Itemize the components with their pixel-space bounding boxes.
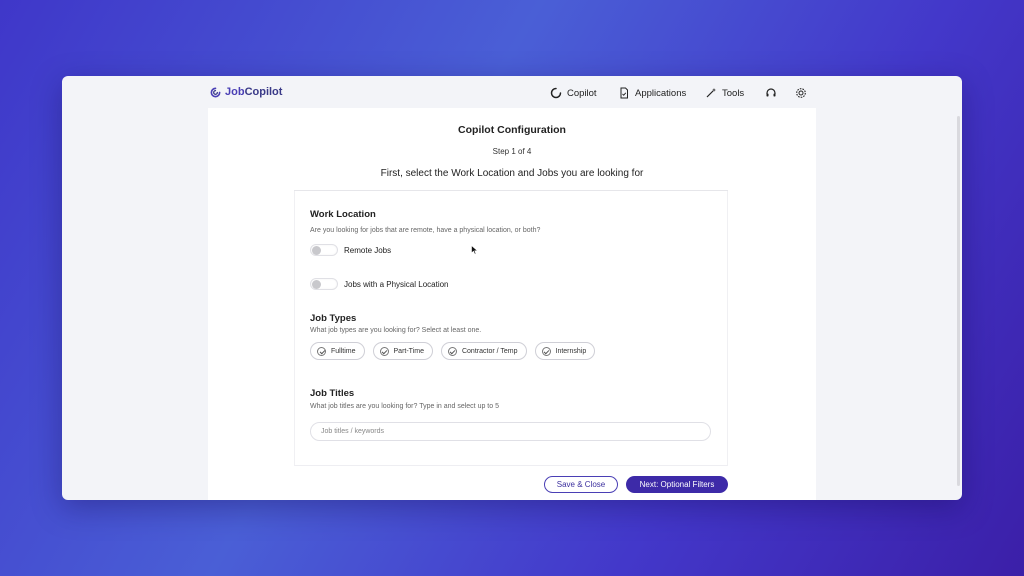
- document-icon: [620, 87, 628, 99]
- job-types-description: What job types are you looking for? Sele…: [310, 327, 482, 334]
- job-type-chips: Fulltime Part-Time Contractor / Temp Int…: [310, 342, 596, 360]
- job-titles-description: What job titles are you looking for? Typ…: [310, 403, 499, 410]
- nav-applications[interactable]: Applications: [618, 87, 686, 99]
- check-circle-icon: [379, 346, 389, 356]
- job-titles-placeholder: Job titles / keywords: [321, 428, 385, 435]
- nav-applications-label: Applications: [635, 87, 687, 99]
- chip-fulltime[interactable]: Fulltime: [310, 342, 365, 360]
- check-circle-icon: [447, 346, 457, 356]
- chip-label: Part-Time: [393, 347, 424, 355]
- job-types-title: Job Types: [310, 313, 357, 324]
- support-button[interactable]: [765, 87, 777, 99]
- copilot-icon: [550, 87, 562, 99]
- app-window: JobCopilot Copilot Applications Tools Co…: [62, 76, 962, 500]
- job-titles-title: Job Titles: [310, 388, 355, 399]
- settings-button[interactable]: [795, 87, 807, 99]
- physical-location-label: Jobs with a Physical Location: [344, 279, 449, 289]
- check-circle-icon: [317, 346, 326, 356]
- mouse-cursor-icon: [471, 245, 479, 255]
- chip-part-time[interactable]: Part-Time: [372, 342, 433, 360]
- headset-icon: [766, 88, 776, 97]
- work-location-description: Are you looking for jobs that are remote…: [310, 227, 541, 234]
- magic-wand-icon: [706, 88, 716, 98]
- copilot-logo-icon: [210, 87, 221, 97]
- remote-jobs-label: Remote Jobs: [344, 245, 392, 255]
- step-indicator: Step 1 of 4: [492, 147, 532, 156]
- job-titles-input[interactable]: Job titles / keywords: [310, 422, 711, 441]
- chip-internship[interactable]: Internship: [534, 342, 596, 360]
- physical-location-option[interactable]: Jobs with a Physical Location: [310, 278, 449, 290]
- nav-tools[interactable]: Tools: [705, 87, 744, 99]
- top-nav: JobCopilot Copilot Applications Tools: [62, 76, 962, 110]
- page-title: Copilot Configuration: [458, 124, 566, 136]
- chip-contractor-temp[interactable]: Contractor / Temp: [440, 342, 527, 360]
- gear-icon: [796, 88, 806, 98]
- brand-suffix: Copilot: [244, 86, 283, 98]
- check-circle-icon: [541, 346, 551, 356]
- nav-copilot-label: Copilot: [567, 87, 597, 99]
- chip-label: Fulltime: [331, 347, 356, 355]
- brand-prefix: Job: [225, 86, 245, 98]
- remote-jobs-option[interactable]: Remote Jobs: [310, 244, 391, 256]
- nav-tools-label: Tools: [722, 87, 745, 99]
- work-location-title: Work Location: [310, 209, 376, 220]
- save-close-button[interactable]: Save & Close: [544, 476, 618, 493]
- remote-jobs-toggle[interactable]: [310, 244, 338, 256]
- nav-copilot[interactable]: Copilot: [550, 87, 597, 99]
- chip-label: Contractor / Temp: [461, 347, 518, 355]
- next-button[interactable]: Next: Optional Filters: [626, 476, 728, 493]
- page-subtitle: First, select the Work Location and Jobs…: [380, 168, 644, 179]
- chip-label: Internship: [555, 347, 587, 355]
- physical-location-toggle[interactable]: [310, 278, 338, 290]
- brand-logo[interactable]: JobCopilot: [210, 86, 282, 98]
